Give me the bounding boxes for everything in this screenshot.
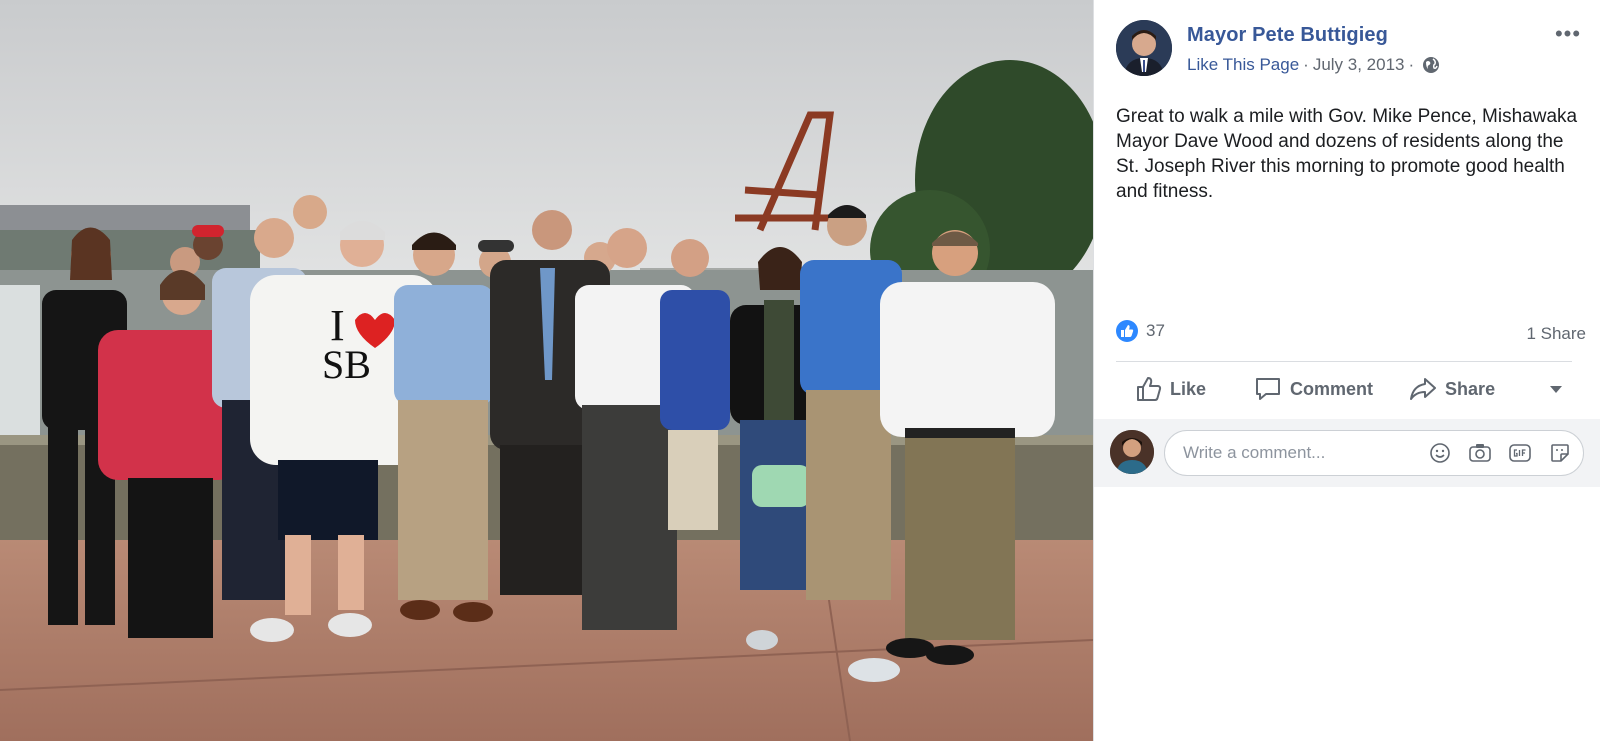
comment-box[interactable] <box>1164 430 1584 476</box>
group-photo-illustration: I SB <box>0 0 1093 741</box>
chevron-down-icon[interactable] <box>1546 379 1566 399</box>
comment-composer <box>1094 419 1600 487</box>
comment-tools <box>1413 440 1573 466</box>
meta-separator: · <box>1303 55 1309 74</box>
gif-icon[interactable] <box>1507 440 1533 466</box>
post-sidebar: Mayor Pete Buttigieg Like This Page · Ju… <box>1093 0 1600 741</box>
post-text: Great to walk a mile with Gov. Mike Penc… <box>1116 106 1578 202</box>
reaction-count: 37 <box>1146 321 1165 340</box>
meta-separator-2: · <box>1408 55 1415 74</box>
globe-icon[interactable] <box>1422 56 1440 74</box>
share-count[interactable]: 1 Share <box>1526 324 1586 344</box>
comment-button[interactable]: Comment <box>1246 369 1381 409</box>
commenter-avatar[interactable] <box>1110 430 1154 474</box>
comment-icon <box>1256 378 1281 400</box>
comment-input[interactable] <box>1183 443 1413 463</box>
emoji-icon[interactable] <box>1427 440 1453 466</box>
sticker-icon[interactable] <box>1547 440 1573 466</box>
post-meta: Like This Page · July 3, 2013 · <box>1187 55 1440 75</box>
page-avatar[interactable] <box>1116 20 1172 76</box>
post-photo[interactable]: I SB <box>0 0 1093 741</box>
camera-icon[interactable] <box>1467 440 1493 466</box>
like-reaction-icon <box>1116 320 1138 342</box>
page-name-link[interactable]: Mayor Pete Buttigieg <box>1187 24 1388 47</box>
shirt-letters-sb: SB <box>322 342 371 387</box>
share-label: Share <box>1445 378 1496 399</box>
reaction-summary[interactable]: 37 <box>1116 320 1165 342</box>
share-button[interactable]: Share <box>1401 369 1503 409</box>
ellipsis-icon[interactable]: ••• <box>1553 23 1583 45</box>
post-actions: Like Comment Share <box>1116 362 1572 416</box>
comment-label: Comment <box>1290 378 1374 399</box>
share-arrow-icon <box>1410 378 1437 400</box>
like-label: Like <box>1170 378 1207 399</box>
post-date[interactable]: July 3, 2013 <box>1313 55 1405 75</box>
thumbs-up-icon <box>1137 377 1162 401</box>
like-button[interactable]: Like <box>1128 369 1214 409</box>
like-page-link[interactable]: Like This Page <box>1187 55 1299 75</box>
